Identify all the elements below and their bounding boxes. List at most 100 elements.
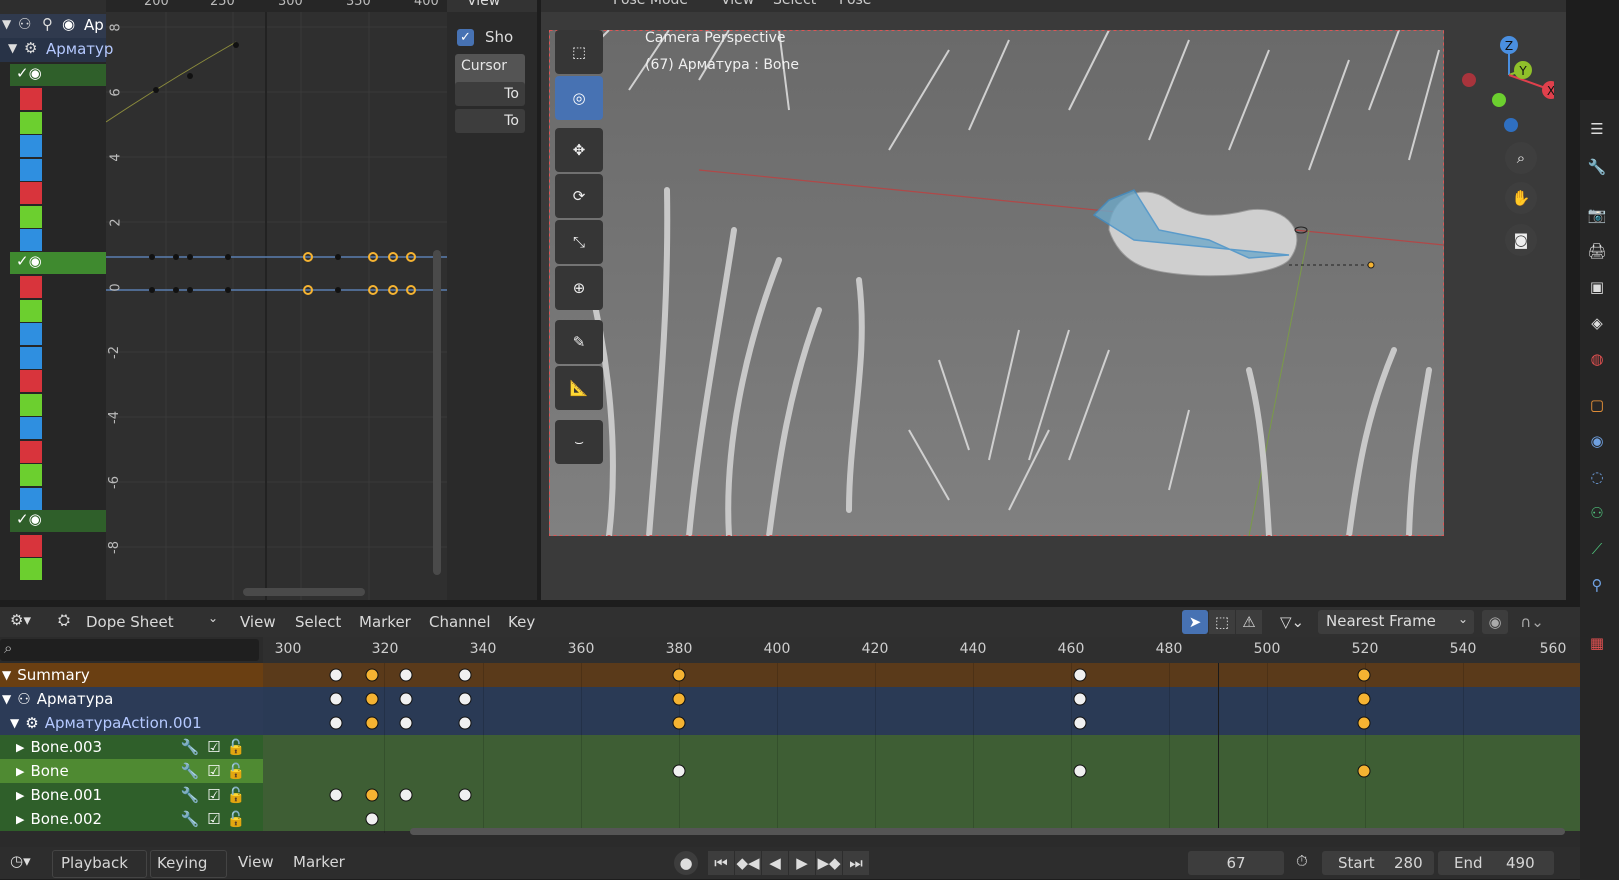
collapse-arrow-icon[interactable]: ▼	[2, 17, 11, 31]
world-icon[interactable]: ◍	[1582, 344, 1612, 374]
armature-data-icon[interactable]: ⚇	[1582, 498, 1612, 528]
keyframe[interactable]	[672, 692, 686, 706]
keyframe[interactable]	[399, 668, 413, 682]
keyframe[interactable]	[365, 692, 379, 706]
texture-icon[interactable]: ▦	[1582, 628, 1612, 658]
keyframe[interactable]	[365, 716, 379, 730]
dopesheet-frame-ruler[interactable]: 300 320 340 360 380 400 420 440 460 480 …	[263, 637, 1580, 663]
to-button-1[interactable]: To	[455, 82, 525, 106]
end-frame-field[interactable]: End 490	[1438, 851, 1554, 875]
navigation-gizmo[interactable]: Z Y X	[1459, 30, 1554, 140]
filter-icon[interactable]: ▽⌄	[1274, 610, 1310, 634]
channel-bone-002[interactable]: ▶ Bone.002 🔧 ☑ 🔓	[0, 807, 263, 831]
mute-checkbox[interactable]: ☑	[207, 786, 220, 804]
keyframe[interactable]	[1073, 764, 1087, 778]
lock-icon[interactable]: 🔓	[227, 786, 246, 804]
start-frame-field[interactable]: Start 280	[1322, 851, 1434, 875]
box-select-icon[interactable]: ⬚	[1209, 610, 1235, 634]
next-keyframe-icon[interactable]: ▶◆	[816, 851, 842, 875]
record-button[interactable]: ●	[674, 851, 698, 875]
wrench-icon[interactable]: 🔧	[1582, 152, 1612, 182]
keyframe[interactable]	[1073, 716, 1087, 730]
timeline-menu-marker[interactable]: Marker	[293, 853, 345, 871]
keyframe[interactable]	[365, 812, 379, 826]
select-box-tool-icon[interactable]: ⬚	[555, 30, 603, 74]
visibility-toggle-icon[interactable]: ✓◉	[16, 64, 42, 82]
hand-pan-icon[interactable]: ✋	[1505, 182, 1537, 214]
snap-mode-dropdown[interactable]: Nearest Frame ⌄	[1318, 610, 1474, 634]
timeline-menu-view[interactable]: View	[238, 853, 274, 871]
mute-checkbox[interactable]: ☑	[207, 810, 220, 828]
keyframe[interactable]	[672, 716, 686, 730]
keyframe[interactable]	[329, 716, 343, 730]
graph-horizontal-scrollbar[interactable]	[243, 588, 365, 596]
keyframe[interactable]	[365, 788, 379, 802]
channel-armature[interactable]: ▼ ⚇ Арматура	[0, 687, 263, 711]
select-mode-icon[interactable]: ➤	[1182, 610, 1208, 634]
keyframe[interactable]	[399, 716, 413, 730]
channel-object-row[interactable]: ▼ ⚙ Арматур	[0, 38, 113, 62]
expand-arrow-icon[interactable]: ▶	[16, 765, 24, 778]
channel-summary[interactable]: ▼ Summary	[0, 663, 263, 687]
keyframe[interactable]	[458, 788, 472, 802]
viewport-menu-select[interactable]: Select	[773, 0, 816, 8]
keyframe[interactable]	[365, 668, 379, 682]
move-tool-icon[interactable]: ✥	[555, 128, 603, 172]
graph-curves-canvas[interactable]	[106, 12, 447, 600]
collapse-arrow-icon[interactable]: ▼	[8, 41, 17, 55]
3d-viewport[interactable]: Pose Mode View Select Pose Camera Perspe…	[541, 0, 1566, 600]
view-tab[interactable]: View	[447, 0, 537, 12]
wrench-icon[interactable]: 🔧	[180, 810, 199, 828]
keyframe[interactable]	[458, 716, 472, 730]
menu-channel[interactable]: Channel	[429, 607, 491, 637]
viewport-header[interactable]: Pose Mode View Select Pose	[541, 0, 1566, 12]
keyframe[interactable]	[458, 692, 472, 706]
graph-vertical-scrollbar[interactable]	[433, 250, 441, 575]
keying-menu[interactable]: Keying	[150, 850, 227, 878]
tool-settings-icon[interactable]: ☰	[1582, 114, 1612, 144]
timeline-header[interactable]: ◷▾ Playback Keying View Marker ● ⏮ ◆◀ ◀ …	[0, 847, 1580, 879]
wrench-icon[interactable]: 🔧	[180, 786, 199, 804]
collapse-arrow-icon[interactable]: ▼	[2, 692, 11, 706]
cursor-tool-icon[interactable]: ◎	[555, 76, 603, 120]
wrench-icon[interactable]: 🔧	[180, 738, 199, 756]
menu-key[interactable]: Key	[508, 607, 535, 637]
lock-icon[interactable]: 🔓	[227, 762, 246, 780]
eye-icon[interactable]: ◉	[62, 15, 75, 33]
rotate-tool-icon[interactable]: ⟳	[555, 174, 603, 218]
collapse-arrow-icon[interactable]: ▼	[10, 716, 19, 730]
measure-tool-icon[interactable]: 📐	[555, 366, 603, 410]
keyframe[interactable]	[1357, 668, 1371, 682]
keyframe[interactable]	[399, 788, 413, 802]
camera-view-icon[interactable]: ◙	[1505, 224, 1537, 256]
zoom-icon[interactable]: ⌕	[1505, 142, 1537, 174]
pose-relax-tool-icon[interactable]: ⌣	[555, 420, 603, 464]
to-button-2[interactable]: To	[455, 109, 525, 133]
timeline-editor-icon[interactable]: ◷▾	[10, 852, 31, 870]
jump-end-icon[interactable]: ⏭	[843, 851, 869, 875]
mute-checkbox[interactable]: ☑	[207, 738, 220, 756]
transform-tool-icon[interactable]: ⊕	[555, 266, 603, 310]
bone-group-row[interactable]: ✓◉	[10, 64, 106, 86]
object-icon[interactable]: ▢	[1582, 390, 1612, 420]
channel-search-field[interactable]: ⌕	[0, 639, 259, 661]
viewport-menu-view[interactable]: View	[721, 0, 754, 8]
expand-arrow-icon[interactable]: ▶	[16, 813, 24, 826]
scale-tool-icon[interactable]: ⤡	[555, 220, 603, 264]
mode-dropdown[interactable]: Pose Mode	[613, 0, 688, 8]
prev-keyframe-icon[interactable]: ◆◀	[735, 851, 761, 875]
wrench-icon[interactable]: 🔧	[180, 762, 199, 780]
bone-row-strip[interactable]	[263, 759, 1580, 783]
expand-arrow-icon[interactable]: ▶	[16, 789, 24, 802]
channel-bone[interactable]: ▶ Bone 🔧 ☑ 🔓	[0, 759, 263, 783]
play-icon[interactable]: ▶	[789, 851, 815, 875]
scene-render[interactable]	[549, 30, 1444, 536]
jump-start-icon[interactable]: ⏮	[708, 851, 734, 875]
scene-icon[interactable]: ◈	[1582, 308, 1612, 338]
pin-icon[interactable]: ⚲	[42, 15, 53, 33]
keyframe[interactable]	[329, 668, 343, 682]
view-sidebar[interactable]: View ✓ Sho Cursor f.. To To	[447, 0, 537, 600]
channel-bone-003[interactable]: ▶ Bone.003 🔧 ☑ 🔓	[0, 735, 263, 759]
channel-action[interactable]: ▼ ⚙ АрматураAction.001	[0, 711, 263, 735]
editor-mode-dropdown[interactable]: Dope Sheet	[86, 607, 174, 637]
